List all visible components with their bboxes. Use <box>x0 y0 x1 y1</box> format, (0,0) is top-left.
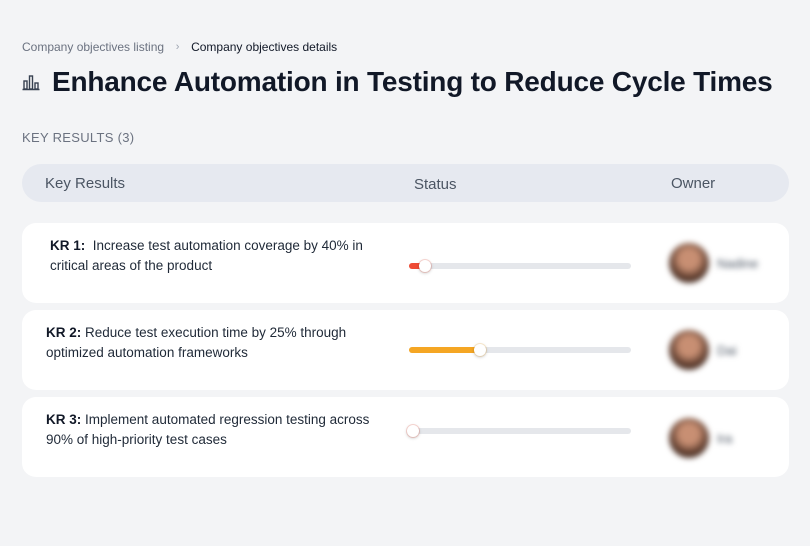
key-results-count-label: KEY RESULTS (3) <box>22 130 135 145</box>
table-header: Key Results Status Owner <box>22 164 789 202</box>
progress-bar[interactable] <box>407 425 631 437</box>
column-header-key-results: Key Results <box>45 175 126 192</box>
progress-fill <box>409 347 481 353</box>
title-row: Enhance Automation in Testing to Reduce … <box>22 66 773 98</box>
key-result-row[interactable]: KR 1: Increase test automation coverage … <box>22 223 789 303</box>
column-header-status: Status <box>414 176 457 193</box>
progress-knob[interactable] <box>474 344 487 356</box>
page-title: Enhance Automation in Testing to Reduce … <box>52 66 773 97</box>
owner[interactable]: Dai <box>669 330 737 370</box>
key-result-description: KR 2: Reduce test execution time by 25% … <box>46 323 376 363</box>
progress-knob[interactable] <box>418 260 431 272</box>
avatar <box>669 418 709 458</box>
owner[interactable]: Ira <box>669 418 732 458</box>
chevron-right-icon: › <box>175 41 180 53</box>
progress-bar[interactable] <box>409 260 631 272</box>
bar-chart-icon <box>22 75 40 91</box>
key-result-text: Implement automated regression testing a… <box>46 412 370 447</box>
key-result-id: KR 1: <box>50 238 86 253</box>
breadcrumb: Company objectives listing › Company obj… <box>22 40 337 54</box>
key-result-text: Reduce test execution time by 25% throug… <box>46 325 347 360</box>
key-result-text: Increase test automation coverage by 40%… <box>50 238 363 273</box>
owner-name: Nadine <box>717 255 759 271</box>
key-result-row[interactable]: KR 3: Implement automated regression tes… <box>22 397 789 477</box>
key-result-id: KR 2: <box>46 325 82 340</box>
key-result-description: KR 3: Implement automated regression tes… <box>46 410 376 450</box>
progress-bar[interactable] <box>409 344 631 356</box>
column-header-owner: Owner <box>671 175 716 192</box>
owner-name: Ira <box>717 430 733 446</box>
owner[interactable]: Nadine <box>669 243 758 283</box>
key-result-description: KR 1: Increase test automation coverage … <box>50 236 380 276</box>
breadcrumb-link-objectives-listing[interactable]: Company objectives listing <box>22 40 164 54</box>
breadcrumb-current: Company objectives details <box>191 40 338 54</box>
key-result-row[interactable]: KR 2: Reduce test execution time by 25% … <box>22 310 789 390</box>
key-result-id: KR 3: <box>46 412 82 427</box>
owner-name: Dai <box>717 342 737 358</box>
avatar <box>669 330 709 370</box>
avatar <box>669 243 709 283</box>
progress-knob[interactable] <box>407 425 420 437</box>
